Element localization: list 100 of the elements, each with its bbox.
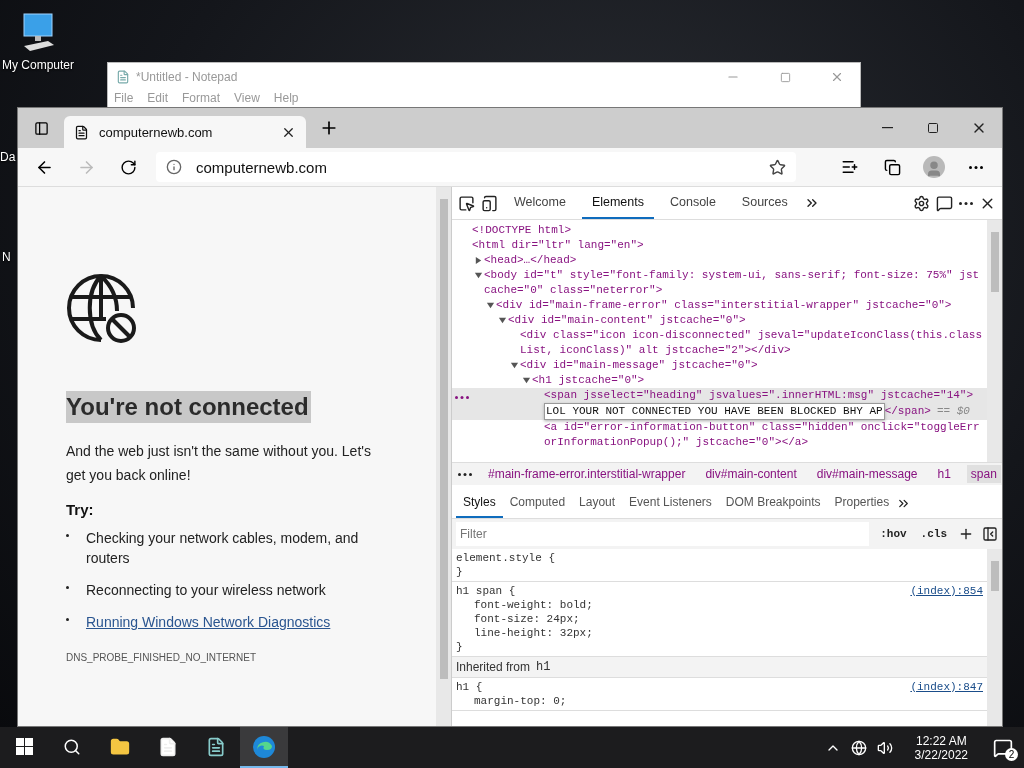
css-property[interactable]: line-height: 32px; bbox=[456, 626, 983, 640]
tree-scrollbar[interactable] bbox=[987, 220, 1002, 462]
dom-node-text: <a id="error-information-button" class="hidden" onclick="toggleErrorInformationPopup();" jstcache="0"></a> bbox=[544, 421, 980, 448]
expand-arrow-icon[interactable] bbox=[474, 256, 483, 265]
edit-field[interactable]: LOL YOUR NOT CONNECTED YOU HAVE BEEN BLOCKED BHY AP bbox=[544, 403, 885, 420]
expand-arrow-icon[interactable] bbox=[510, 361, 519, 370]
more-icon bbox=[455, 396, 469, 399]
folder-icon bbox=[110, 736, 130, 757]
error-code: DNS_PROBE_FINISHED_NO_INTERNET bbox=[66, 652, 257, 663]
more-button[interactable] bbox=[458, 472, 472, 476]
breadcrumb[interactable]: div#main-message bbox=[812, 465, 922, 483]
filter-toggle[interactable]: :hov bbox=[877, 528, 910, 540]
styles-tab[interactable]: Event Listeners bbox=[622, 488, 719, 518]
devtools-tab[interactable]: Sources bbox=[731, 187, 798, 219]
dom-node-row[interactable]: <!DOCTYPE html> bbox=[452, 223, 987, 238]
breadcrumb[interactable]: span bbox=[966, 465, 1001, 483]
dom-node-text: <h1 jstcache="0"> bbox=[532, 374, 645, 386]
styles-tab[interactable]: Layout bbox=[572, 488, 623, 518]
css-property[interactable]: font-size: 24px; bbox=[456, 612, 983, 626]
filter-toggle[interactable]: .cls bbox=[917, 528, 950, 540]
notification-count: 2 bbox=[1005, 747, 1018, 761]
expand-arrow-icon[interactable] bbox=[474, 271, 483, 280]
css-property[interactable]: margin-top: 0; bbox=[456, 694, 983, 708]
dom-node-text: <div id="main-message" jstcache="0"> bbox=[520, 359, 758, 371]
browser-tab[interactable]: computernewb.com bbox=[64, 116, 306, 148]
dom-node-text: <div id="main-frame-error" class="interstitial-wrapper" jstcache="0"> bbox=[496, 299, 952, 311]
favorites-icon bbox=[841, 158, 859, 176]
closing-brace: } bbox=[456, 565, 464, 579]
sidebar-toggle-button[interactable] bbox=[982, 526, 998, 542]
dom-node-row[interactable]: <div id="main-message" jstcache="0"> bbox=[452, 358, 987, 373]
dom-node-row[interactable]: <a id="error-information-button" class="hidden" onclick="toggleErrorInformationPopup();" jstcache="0"></a> bbox=[452, 420, 987, 450]
suggestion-text: Checking your network cables, modem, and routers bbox=[86, 529, 360, 568]
styles-tab[interactable]: Computed bbox=[502, 488, 573, 518]
source-link[interactable]: (index):847 bbox=[910, 680, 983, 694]
breadcrumb[interactable]: h1 bbox=[933, 465, 955, 483]
device-button[interactable] bbox=[481, 194, 498, 212]
person-icon bbox=[925, 160, 943, 178]
more-button[interactable] bbox=[959, 201, 973, 205]
more-icon bbox=[458, 472, 472, 476]
inherited-selector[interactable]: h1 bbox=[536, 660, 551, 674]
page-scrollbar[interactable] bbox=[436, 187, 451, 726]
desktop-icon-label[interactable]: N bbox=[2, 250, 11, 264]
refresh-icon bbox=[119, 158, 137, 176]
address-bar[interactable]: computernewb.com bbox=[156, 152, 796, 182]
desktop-icon-label[interactable]: My Computer bbox=[2, 58, 75, 72]
node-reference: == $0 bbox=[936, 405, 970, 417]
filter-field[interactable]: Filter bbox=[456, 522, 870, 546]
maximize-icon bbox=[927, 122, 939, 134]
info-icon[interactable] bbox=[166, 159, 182, 175]
dom-node-row[interactable]: <head>…</head> bbox=[452, 253, 987, 268]
search-icon bbox=[63, 737, 81, 756]
clock-date[interactable]: 3/22/2022 bbox=[914, 747, 968, 762]
expand-arrow-icon[interactable] bbox=[498, 316, 507, 325]
styles-tab[interactable]: DOM Breakpoints bbox=[718, 488, 828, 518]
css-property[interactable]: font-weight: bold; bbox=[456, 598, 983, 612]
new-rule-button[interactable] bbox=[958, 526, 974, 542]
network-icon[interactable] bbox=[850, 739, 867, 756]
clock-time[interactable]: 12:22 AM bbox=[915, 733, 967, 748]
error-description: And the web just isn't the same without you. Let's get you back online! bbox=[66, 442, 372, 485]
breadcrumb[interactable]: #main-frame-error.interstitial-wrapper bbox=[484, 465, 690, 483]
add-favorite-icon[interactable] bbox=[769, 158, 786, 176]
expand-arrow-icon[interactable] bbox=[486, 301, 495, 310]
volume-icon[interactable] bbox=[876, 739, 893, 756]
dom-node-text: <body id="t" style="font-family: system-ui, sans-serif; font-size: 75%" jstcache="0" class="neterror"> bbox=[484, 269, 980, 296]
closing-tag: </span> bbox=[884, 405, 931, 417]
expand-arrow-icon[interactable] bbox=[522, 376, 531, 385]
more-icon bbox=[959, 201, 973, 205]
suggestion-text: Reconnecting to your wireless network bbox=[86, 581, 326, 600]
styles-scrollbar[interactable] bbox=[987, 549, 1002, 726]
settings-icon bbox=[913, 194, 930, 212]
source-link[interactable]: (index):854 bbox=[910, 584, 983, 598]
browser-taskbar-button[interactable] bbox=[240, 727, 288, 768]
window-title: *Untitled - Notepad bbox=[136, 70, 239, 84]
feedback-button[interactable] bbox=[936, 194, 953, 212]
dom-node-text: <!DOCTYPE html> bbox=[472, 224, 572, 236]
dom-node-row[interactable]: <div class="icon icon-disconnected" jseval="updateIconClass(this.classList, iconClass)" alt jstcache="2"></div> bbox=[452, 328, 987, 358]
breadcrumb[interactable]: div#main-content bbox=[701, 465, 801, 483]
speech-bubble-icon bbox=[936, 194, 953, 212]
closing-brace: } bbox=[456, 640, 464, 654]
inspect-button[interactable] bbox=[458, 194, 475, 212]
dom-node-row[interactable]: <h1 jstcache="0"> bbox=[452, 373, 987, 388]
document-icon bbox=[158, 736, 178, 757]
devtools-tab[interactable]: Console bbox=[660, 187, 726, 219]
dom-node-text: <html dir="ltr" lang="en"> bbox=[472, 239, 644, 251]
dom-node-text: <div id="main-content" jstcache="0"> bbox=[508, 314, 746, 326]
notification-icon[interactable] bbox=[993, 737, 1013, 758]
desktop-icon-label[interactable]: Da bbox=[0, 150, 16, 164]
css-selector: h1 { bbox=[456, 680, 483, 694]
dom-node-row[interactable]: <div id="main-content" jstcache="0"> bbox=[452, 313, 987, 328]
dom-node-row[interactable]: <div id="main-frame-error" class="interstitial-wrapper" jstcache="0"> bbox=[452, 298, 987, 313]
devtools-tab[interactable]: Welcome bbox=[504, 187, 576, 219]
error-heading: You're not connected bbox=[66, 391, 311, 423]
more-icon bbox=[969, 165, 983, 169]
dom-node-row[interactable]: <span jsselect="heading" jsvalues=".innerHTML:msg" jstcache="14"> LOL YOUR NOT CONNECTED YOU HAVE BEEN BLOCKED BHY AP </span> == $0 bbox=[452, 388, 987, 420]
dom-node-row[interactable]: <body id="t" style="font-family: system-ui, sans-serif; font-size: 75%" jstcache="0" class="neterror"> bbox=[452, 268, 987, 298]
styles-tab[interactable]: Properties bbox=[827, 488, 897, 518]
try-label: Try: bbox=[66, 501, 94, 518]
diagnostics-link[interactable]: Running Windows Network Diagnostics bbox=[86, 612, 331, 632]
dom-node-row[interactable]: <html dir="ltr" lang="en"> bbox=[452, 238, 987, 253]
settings-button[interactable] bbox=[913, 194, 930, 212]
